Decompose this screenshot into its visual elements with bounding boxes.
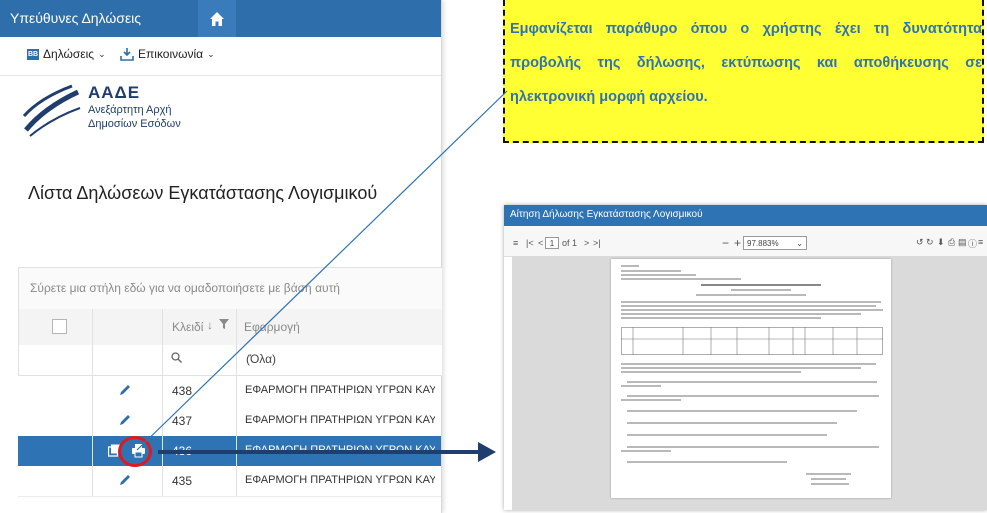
- zoom-out-icon[interactable]: −: [722, 236, 729, 250]
- document-icon[interactable]: ▤: [958, 237, 967, 248]
- chevron-down-icon: ⌄: [796, 239, 803, 248]
- page-number-input[interactable]: 1: [545, 237, 559, 249]
- zoom-in-icon[interactable]: +: [734, 236, 741, 250]
- print-icon[interactable]: ⎙: [948, 237, 955, 248]
- pdf-table: [621, 327, 883, 355]
- callout-leader-line: [136, 90, 508, 451]
- rotate-right-icon[interactable]: ↻: [926, 237, 934, 248]
- last-page-icon[interactable]: >|: [593, 238, 601, 248]
- dialog-title: Αίτηση Δήλωσης Εγκατάστασης Λογισμικού: [510, 209, 703, 220]
- info-icon[interactable]: ⓘ: [968, 237, 977, 250]
- next-page-icon[interactable]: >: [584, 238, 589, 248]
- first-page-icon[interactable]: |<: [526, 238, 534, 248]
- zoom-value: 97.883%: [747, 239, 779, 248]
- prev-page-icon[interactable]: <: [538, 238, 543, 248]
- pdf-page-preview: [611, 259, 891, 498]
- page-total: of 1: [562, 238, 578, 248]
- rotate-left-icon[interactable]: ↺: [916, 237, 924, 248]
- sidebar-toggle-icon[interactable]: ≡: [513, 238, 518, 248]
- download-icon[interactable]: ⬇: [937, 237, 945, 248]
- arrow-head: [478, 442, 496, 462]
- zoom-select[interactable]: 97.883% ⌄: [743, 236, 807, 250]
- menu-icon[interactable]: ≡: [978, 237, 983, 247]
